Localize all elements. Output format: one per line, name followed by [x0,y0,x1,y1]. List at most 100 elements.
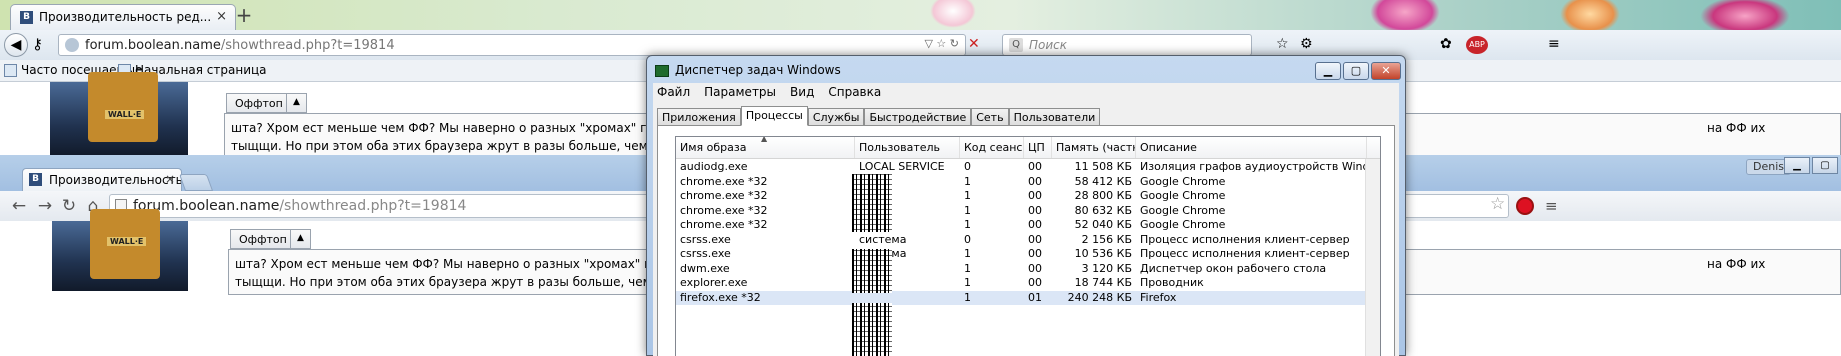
close-tab-icon[interactable]: × [165,172,175,186]
theme-flower-image [930,0,976,28]
tab-networking[interactable]: Сеть [971,108,1009,126]
reload-icon[interactable]: ↻ [58,195,80,217]
column-session[interactable]: Код сеанса [960,137,1024,158]
tab-services[interactable]: Службы [807,108,865,126]
addon-icon[interactable]: ✿ [1440,36,1452,52]
addon-icon[interactable]: ⚙ [1300,36,1313,52]
cell-session: 1 [964,189,971,202]
back-arrow-icon[interactable]: ◀ [4,33,28,57]
cell-description: Google Chrome [1140,218,1226,231]
bookmark-star-icon[interactable]: ☆ [1276,36,1289,52]
url-host: forum.boolean.name [85,38,221,53]
table-row[interactable]: csrss.exe система 1 00 10 536 КБ Процесс… [676,247,1367,262]
offtop-header[interactable]: Оффтоп ▲ [230,229,311,249]
stop-icon[interactable]: ✕ [968,36,980,52]
key-icon[interactable]: ⚷ [32,35,43,53]
dropdown-arrow-icon[interactable]: ▽ ☆ ↻ [924,37,959,50]
table-row[interactable]: csrss.exe система 0 00 2 156 КБ Процесс … [676,233,1367,248]
offtop-label: Оффтоп [227,94,287,112]
forward-arrow-icon[interactable]: → [34,195,56,217]
table-row-selected[interactable]: firefox.exe *32 1 01 240 248 КБ Firefox [676,290,1367,305]
offtop-header[interactable]: Оффтоп ▲ [226,93,307,113]
cell-session: 0 [964,232,971,246]
tab-strip: Приложения Процессы Службы Быстродействи… [657,106,1101,126]
cell-image: chrome.exe *32 [680,203,768,217]
cell-cpu: 00 [1028,189,1042,202]
bookmark-star-icon[interactable]: ☆ [1490,194,1505,214]
cell-cpu: 01 [1028,290,1042,304]
cell-memory: 18 744 КБ [1074,276,1132,289]
process-rows: audiodg.exe LOCAL SERVICE 0 00 11 508 КБ… [676,160,1367,305]
menu-icon[interactable]: ≡ [1545,197,1558,215]
table-row[interactable]: explorer.exe 1 00 18 744 КБ Проводник [676,276,1367,291]
sort-up-icon: ▲ [761,137,768,143]
close-tab-icon[interactable]: × [216,9,227,24]
minimize-icon[interactable]: ▁ [1315,62,1341,80]
process-list: ▲ Имя образа Пользователь Код сеанса ЦП П… [675,136,1381,356]
cell-session: 1 [964,174,971,188]
task-manager-body: Приложения Процессы Службы Быстродействи… [653,103,1399,356]
tab-users[interactable]: Пользователи [1008,108,1101,126]
tab-applications[interactable]: Приложения [657,108,741,126]
tab-performance[interactable]: Быстродействие [864,108,972,126]
close-icon[interactable]: ✕ [1371,62,1401,80]
collapse-arrow-icon[interactable]: ▲ [291,230,310,248]
vertical-scrollbar[interactable] [1365,159,1380,356]
adblock-icon[interactable] [1516,197,1534,215]
forum-favicon-icon: B [29,173,42,186]
bookmark-folder-icon [4,63,17,77]
table-row[interactable]: chrome.exe *32 1 00 52 040 КБ Google Chr… [676,218,1367,233]
cell-memory: 80 632 КБ [1074,203,1132,217]
task-manager-window: Диспетчер задач Windows ▁ ▢ ✕ Файл Парам… [646,55,1406,356]
new-tab-button[interactable]: + [232,3,256,27]
menu-icon[interactable]: ≡ [1548,36,1560,52]
avatar-robot-image [88,72,158,142]
cell-description: Google Chrome [1140,203,1226,217]
adblock-icon[interactable]: ABP [1466,36,1488,54]
table-row[interactable]: audiodg.exe LOCAL SERVICE 0 00 11 508 КБ… [676,160,1367,175]
firefox-tab[interactable]: B Производительность ред... × [10,4,236,30]
search-engine-icon[interactable]: Q [1009,38,1023,52]
menu-file[interactable]: Файл [657,85,690,103]
cell-description: Диспетчер окон рабочего стола [1140,261,1327,275]
cell-memory: 28 800 КБ [1074,189,1132,202]
column-cpu[interactable]: ЦП [1024,137,1052,158]
table-row[interactable]: chrome.exe *32 1 00 58 412 КБ Google Chr… [676,175,1367,190]
menu-view[interactable]: Вид [790,85,814,103]
user-avatar: WALL·E [50,72,188,156]
menu-help[interactable]: Справка [828,85,881,103]
cell-image: chrome.exe *32 [680,218,768,231]
search-input[interactable]: Q Поиск [1002,34,1252,56]
new-tab-button[interactable] [178,174,214,191]
cell-cpu: 00 [1028,203,1042,217]
maximize-icon[interactable]: ▢ [1812,157,1838,174]
maximize-icon[interactable]: ▢ [1343,62,1369,80]
minimize-icon[interactable]: ▁ [1784,157,1810,174]
menu-options[interactable]: Параметры [704,85,776,103]
cell-image: firefox.exe *32 [680,290,761,304]
post-tail: на ФФ их [1707,257,1766,271]
cell-image: dwm.exe [680,261,730,275]
cell-memory: 2 156 КБ [1081,232,1132,246]
cell-session: 1 [964,261,971,275]
back-arrow-icon[interactable]: ← [8,195,30,217]
cell-cpu: 00 [1028,232,1042,246]
cell-memory: 58 412 КБ [1074,174,1132,188]
cell-description: Google Chrome [1140,189,1226,202]
collapse-arrow-icon[interactable]: ▲ [287,94,306,112]
redacted-username-block [852,303,892,356]
column-image-name[interactable]: ▲ Имя образа [676,137,855,158]
table-row[interactable]: chrome.exe *32 1 00 80 632 КБ Google Chr… [676,204,1367,219]
column-description[interactable]: Описание [1136,137,1367,158]
url-bar[interactable]: forum.boolean.name/showthread.php?t=1981… [58,34,966,56]
table-row[interactable]: dwm.exe 1 00 3 120 КБ Диспетчер окон раб… [676,262,1367,277]
tab-processes[interactable]: Процессы [740,106,808,126]
menu-bar: Файл Параметры Вид Справка [653,83,1399,103]
column-memory[interactable]: Память (частн... [1052,137,1136,158]
cell-image: audiodg.exe [680,160,748,173]
chrome-tab[interactable]: B Производительность ред × [22,168,182,191]
column-user[interactable]: Пользователь [855,137,960,158]
cell-image: chrome.exe *32 [680,189,768,202]
table-row[interactable]: chrome.exe *32 1 00 28 800 КБ Google Chr… [676,189,1367,204]
cell-description: Процесс исполнения клиент-сервер [1140,247,1350,260]
